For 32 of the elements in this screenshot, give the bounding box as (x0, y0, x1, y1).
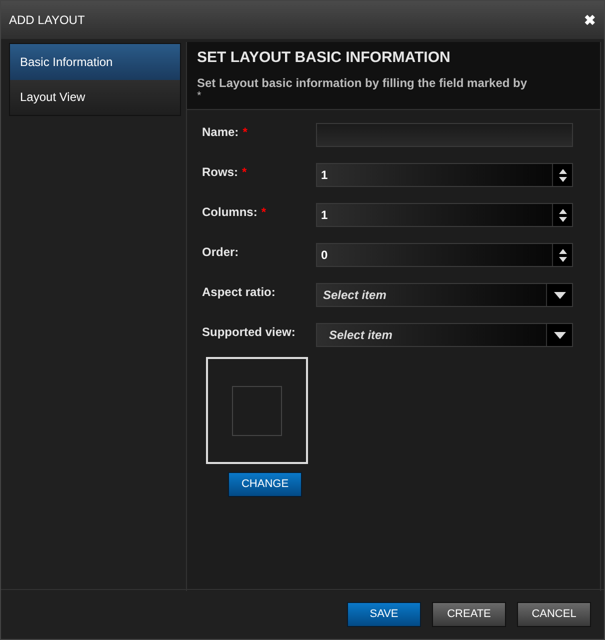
caret-icon[interactable] (546, 324, 572, 346)
field-label: Order: (202, 244, 239, 261)
footer-button[interactable]: CANCEL (517, 602, 591, 627)
footer-button[interactable]: CREATE (432, 602, 506, 627)
close-button[interactable]: ✖ (584, 10, 596, 30)
number-field[interactable]: 1 (316, 203, 573, 227)
section-subtitle: Set Layout basic information by filling the field marked by (197, 74, 528, 91)
select-dropdown[interactable]: Select item (316, 283, 573, 307)
field-label: Name: (202, 124, 239, 141)
section-title: SET LAYOUT BASIC INFORMATION (197, 48, 452, 68)
number-field[interactable]: 0 (316, 243, 573, 267)
field-label: Columns: (202, 204, 258, 221)
field-label: Rows: (202, 164, 238, 181)
required-mark: * (242, 164, 247, 181)
sidebar-item[interactable]: Layout View (10, 80, 180, 115)
spinner-arrows-icon[interactable] (552, 244, 572, 266)
required-mark: * (197, 92, 202, 100)
footer-button[interactable]: SAVE (347, 602, 421, 627)
required-mark: * (242, 124, 248, 141)
window-title: ADD LAYOUT (9, 12, 85, 29)
sidebar-item[interactable]: Basic Information (10, 44, 180, 80)
required-mark: * (261, 204, 266, 221)
preview-cell (232, 386, 282, 436)
number-field[interactable]: 1 (316, 163, 573, 187)
caret-icon[interactable] (546, 284, 572, 306)
field-label: Supported view: (202, 324, 296, 341)
field-label: Aspect ratio: (202, 284, 276, 301)
change-button[interactable]: CHANGE (228, 472, 302, 497)
select-dropdown[interactable]: Select item (316, 323, 573, 347)
spinner-arrows-icon[interactable] (552, 204, 572, 226)
spinner-arrows-icon[interactable] (552, 164, 572, 186)
name-field[interactable] (316, 123, 573, 147)
